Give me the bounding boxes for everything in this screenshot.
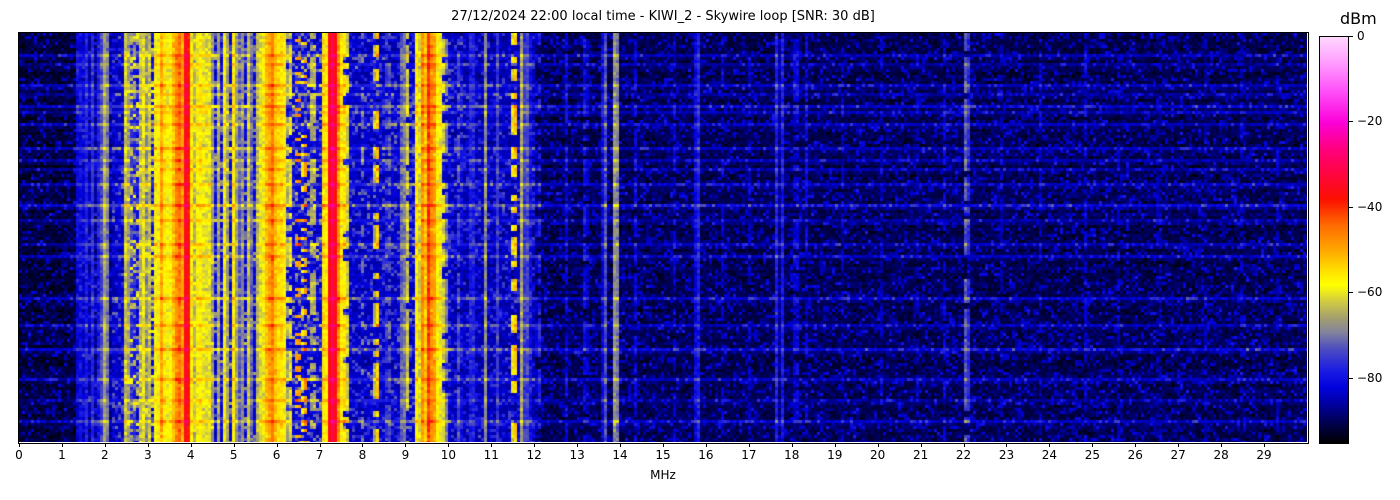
x-tick <box>620 443 621 447</box>
x-tick-label: 5 <box>217 448 251 462</box>
x-tick-label: 11 <box>474 448 508 462</box>
x-tick <box>362 443 363 447</box>
waterfall-canvas <box>19 33 1307 442</box>
x-tick-label: 3 <box>131 448 165 462</box>
x-tick <box>1135 443 1136 447</box>
x-tick-label: 13 <box>560 448 594 462</box>
colorbar-tick-label: 0 <box>1357 29 1365 43</box>
x-tick-label: 16 <box>689 448 723 462</box>
x-tick-label: 1 <box>45 448 79 462</box>
x-tick <box>320 443 321 447</box>
x-tick <box>234 443 235 447</box>
x-tick-label: 12 <box>517 448 551 462</box>
x-tick-label: 25 <box>1075 448 1109 462</box>
x-tick-label: 19 <box>818 448 852 462</box>
x-tick-label: 29 <box>1247 448 1281 462</box>
colorbar-tick-label: −40 <box>1357 200 1382 214</box>
x-tick-label: 17 <box>732 448 766 462</box>
waterfall-plot-area <box>18 32 1309 444</box>
colorbar <box>1319 36 1349 444</box>
x-tick <box>148 443 149 447</box>
x-tick-label: 28 <box>1204 448 1238 462</box>
x-tick-label: 8 <box>345 448 379 462</box>
x-tick <box>706 443 707 447</box>
colorbar-tick <box>1349 292 1353 293</box>
colorbar-tick <box>1349 121 1353 122</box>
x-tick-label: 20 <box>861 448 895 462</box>
x-tick <box>663 443 664 447</box>
x-tick-label: 9 <box>388 448 422 462</box>
colorbar-tick <box>1349 36 1353 37</box>
colorbar-tick-label: −80 <box>1357 371 1382 385</box>
x-tick-label: 10 <box>431 448 465 462</box>
x-tick <box>534 443 535 447</box>
x-tick-label: 0 <box>2 448 36 462</box>
x-tick-label: 21 <box>904 448 938 462</box>
x-tick <box>1092 443 1093 447</box>
colorbar-unit-label: dBm <box>1340 9 1377 28</box>
colorbar-tick <box>1349 378 1353 379</box>
x-tick-label: 27 <box>1161 448 1195 462</box>
x-tick <box>577 443 578 447</box>
x-tick-label: 22 <box>947 448 981 462</box>
x-tick <box>1221 443 1222 447</box>
x-tick <box>1264 443 1265 447</box>
x-tick-label: 2 <box>88 448 122 462</box>
x-tick <box>878 443 879 447</box>
x-tick <box>1178 443 1179 447</box>
x-tick-label: 24 <box>1032 448 1066 462</box>
x-tick <box>105 443 106 447</box>
x-tick-label: 18 <box>775 448 809 462</box>
x-tick-label: 15 <box>646 448 680 462</box>
x-tick-label: 14 <box>603 448 637 462</box>
x-tick <box>62 443 63 447</box>
x-tick <box>964 443 965 447</box>
colorbar-tick <box>1349 207 1353 208</box>
x-tick-label: 4 <box>174 448 208 462</box>
x-tick-label: 7 <box>303 448 337 462</box>
x-tick <box>448 443 449 447</box>
x-tick <box>277 443 278 447</box>
x-axis-label: MHz <box>19 468 1307 482</box>
x-tick-label: 23 <box>989 448 1023 462</box>
x-tick <box>792 443 793 447</box>
colorbar-tick-label: −20 <box>1357 114 1382 128</box>
x-tick-label: 6 <box>260 448 294 462</box>
x-tick <box>405 443 406 447</box>
plot-title: 27/12/2024 22:00 local time - KIWI_2 - S… <box>19 9 1307 24</box>
x-tick <box>191 443 192 447</box>
spectrogram-figure: 27/12/2024 22:00 local time - KIWI_2 - S… <box>0 0 1400 500</box>
colorbar-tick-label: −60 <box>1357 285 1382 299</box>
x-tick <box>491 443 492 447</box>
x-tick <box>1049 443 1050 447</box>
x-tick <box>749 443 750 447</box>
x-tick <box>1006 443 1007 447</box>
x-tick <box>835 443 836 447</box>
x-tick-label: 26 <box>1118 448 1152 462</box>
x-tick <box>19 443 20 447</box>
x-tick <box>921 443 922 447</box>
